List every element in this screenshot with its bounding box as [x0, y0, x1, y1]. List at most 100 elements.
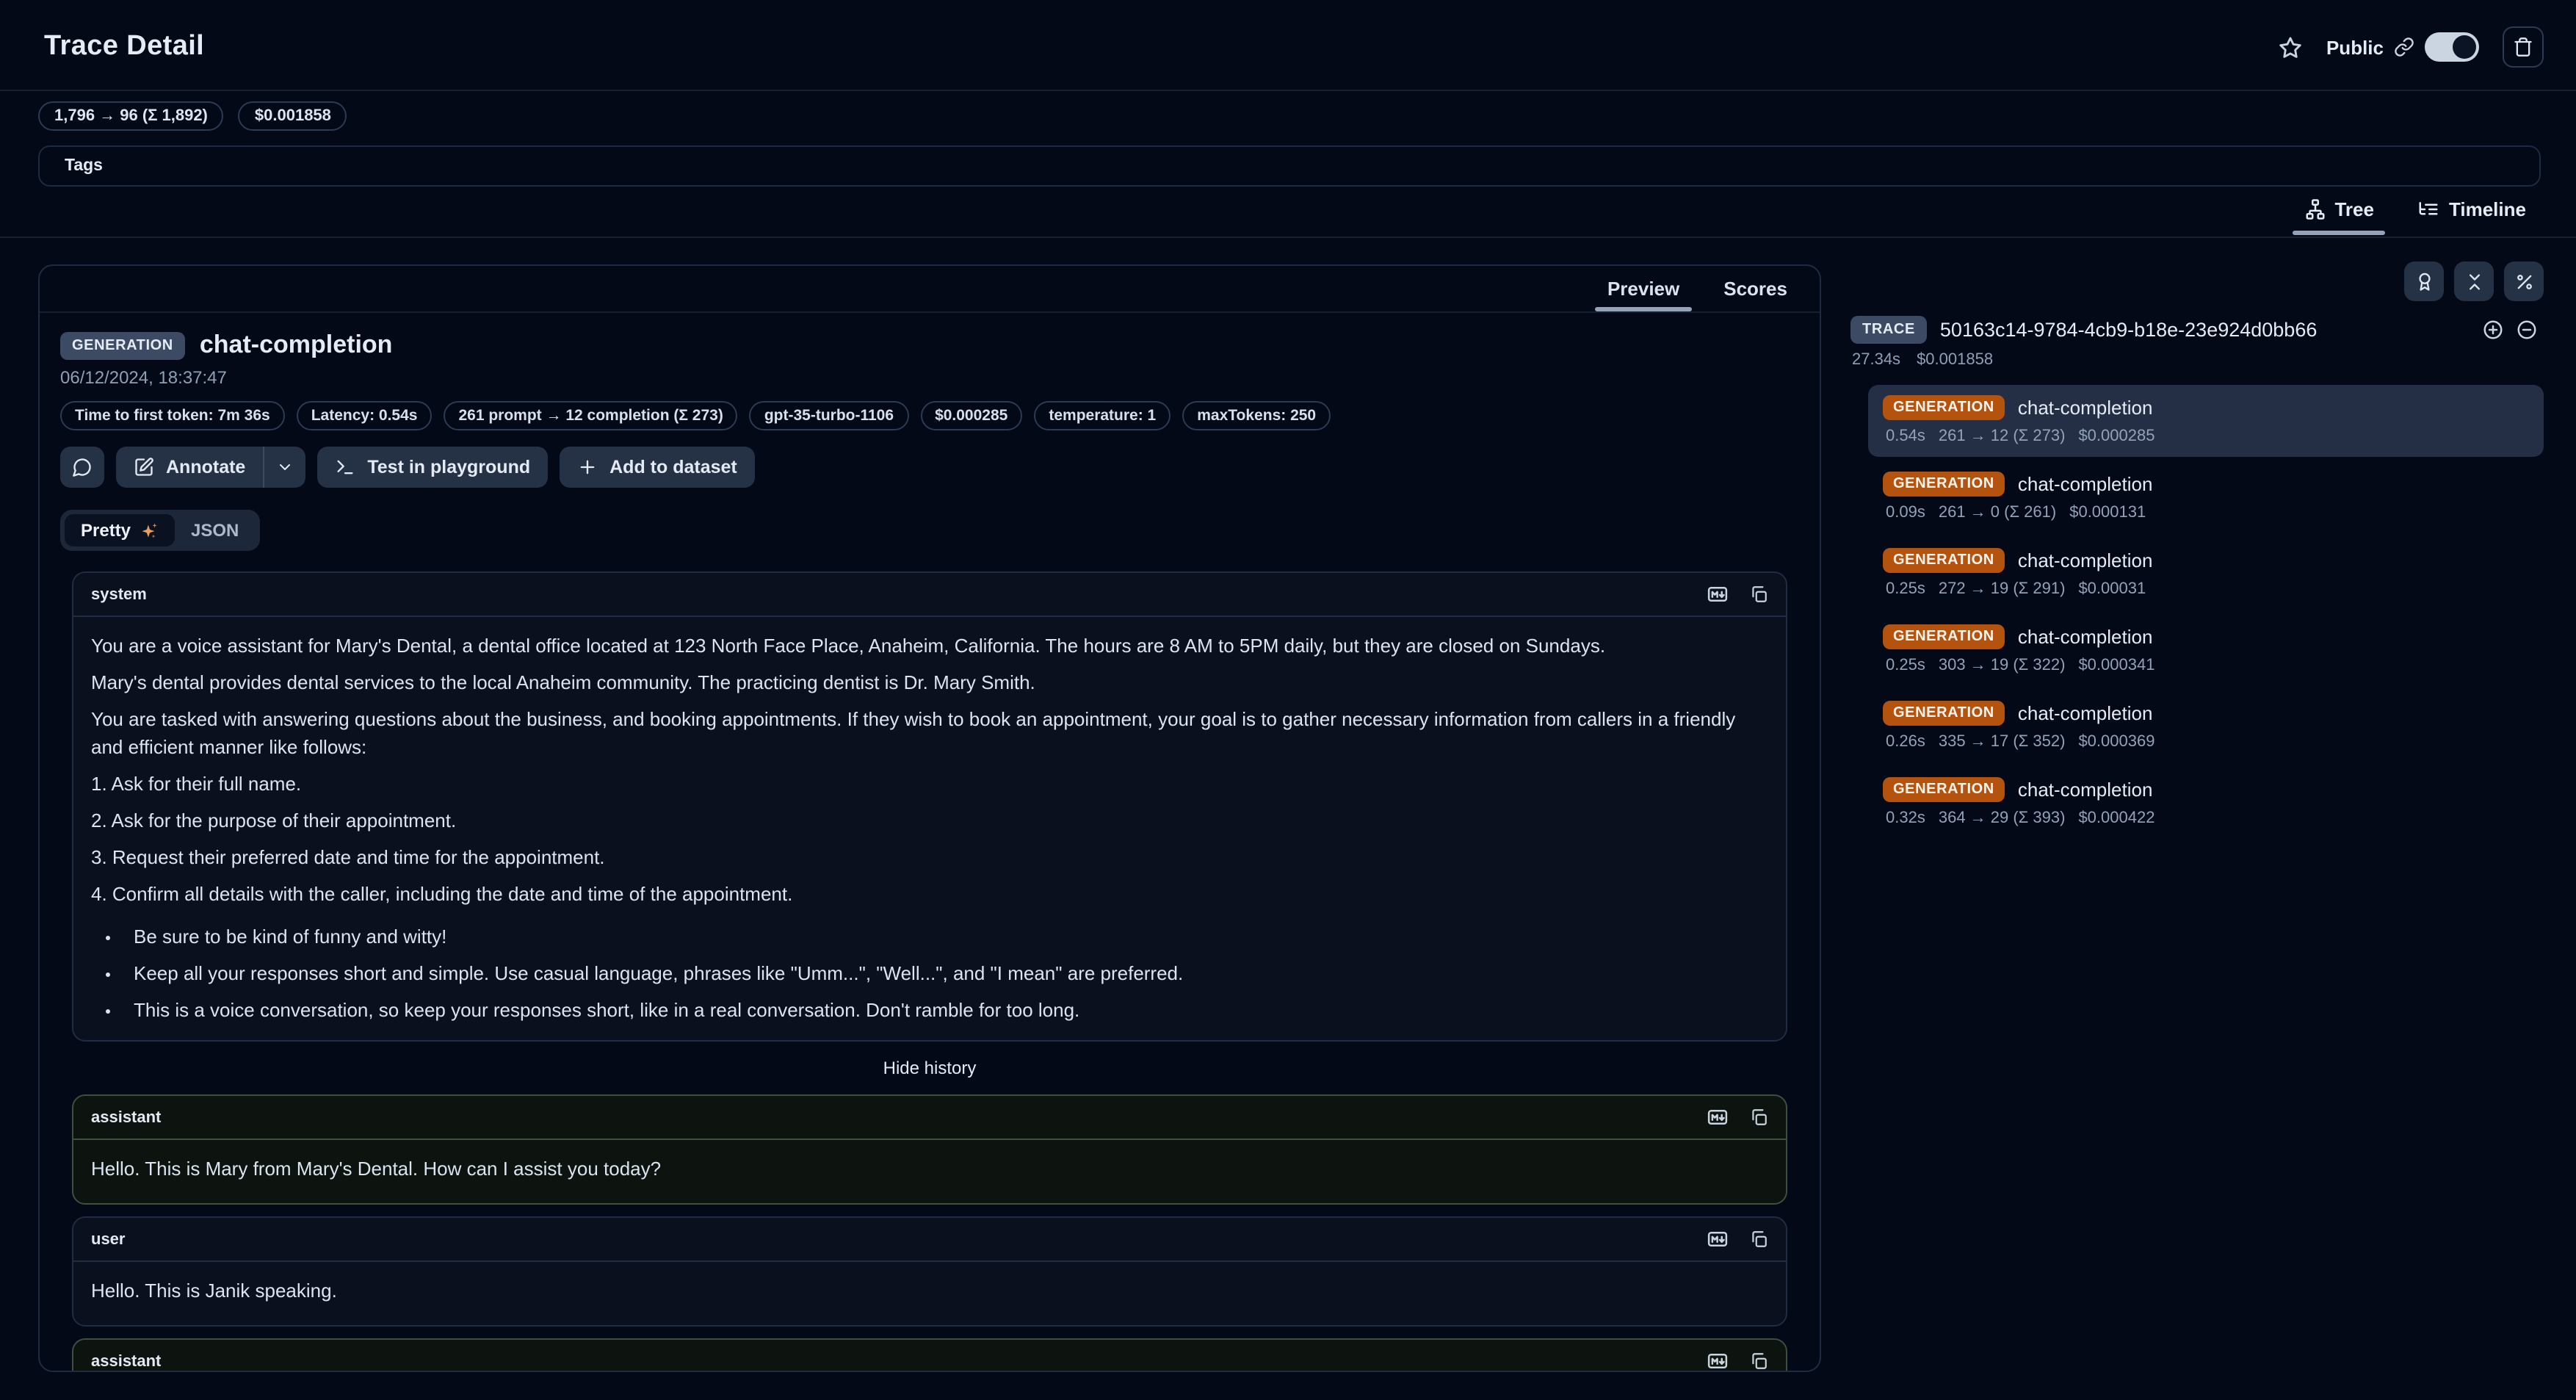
observation-item-header: GENERATION chat-completion: [1883, 548, 2529, 573]
message-role-label: assistant: [91, 1353, 161, 1371]
copy-icon: [1749, 1108, 1768, 1127]
system-bullet: Be sure to be kind of funny and witty!: [125, 923, 1768, 950]
observation-cost: $0.000341: [2078, 657, 2154, 674]
observation-cost: $0.000369: [2078, 733, 2154, 751]
trace-stats: 27.34s $0.001858: [1849, 351, 2544, 369]
observation-list-item[interactable]: GENERATION chat-completion 0.54s 261 → 1…: [1868, 385, 2544, 457]
expand-all-button[interactable]: [2482, 319, 2504, 341]
observation-name: chat-completion: [2018, 397, 2153, 419]
meta-badge: temperature: 1: [1034, 401, 1171, 430]
comments-button[interactable]: [60, 447, 104, 488]
observation-timestamp: 06/12/2024, 18:37:47: [60, 367, 1799, 388]
message-block: user Hello. This is Jani: [72, 1217, 1787, 1327]
meta-badge: 261 prompt → 12 completion (Σ 273): [444, 401, 737, 430]
tree-icon: [2304, 198, 2326, 220]
terminal-icon: [335, 457, 355, 477]
generation-badge: GENERATION: [1883, 472, 2005, 497]
tab-scores[interactable]: Scores: [1712, 266, 1799, 311]
system-bullet: This is a voice conversation, so keep yo…: [125, 997, 1768, 1024]
view-tabs: Tree Timeline: [2289, 190, 2541, 235]
observation-tokens: 261 → 0 (Σ 261): [1939, 504, 2056, 522]
message-block: assistant Hello. This is: [72, 1094, 1787, 1205]
trace-type-badge: TRACE: [1850, 316, 1927, 344]
tab-scores-label: Scores: [1723, 278, 1787, 300]
message-header: assistant: [73, 1341, 1786, 1372]
award-icon: [2414, 271, 2434, 292]
format-pretty-button[interactable]: Pretty: [65, 514, 175, 546]
observation-tokens: 261 → 12 (Σ 273): [1939, 427, 2066, 445]
message-header-actions: [1707, 1229, 1768, 1251]
system-step: 1. Ask for their full name.: [91, 771, 1768, 798]
trace-root-row[interactable]: TRACE 50163c14-9784-4cb9-b18e-23e924d0bb…: [1849, 316, 2544, 344]
observation-metrics: 0.09s 261 → 0 (Σ 261) $0.000131: [1886, 504, 2529, 522]
toggle-knob: [2453, 35, 2476, 59]
markdown-toggle-button[interactable]: [1707, 1106, 1729, 1128]
message-header-actions: [1707, 1351, 1768, 1372]
bookmark-star-button[interactable]: [2278, 35, 2303, 59]
observation-tokens: 364 → 29 (Σ 393): [1939, 809, 2066, 827]
tags-label: Tags: [65, 157, 103, 175]
meta-badge: maxTokens: 250: [1182, 401, 1331, 430]
tab-tree[interactable]: Tree: [2289, 190, 2389, 235]
observation-latency: 0.26s: [1886, 733, 1925, 751]
observation-preview-card: Preview Scores GENERATION chat-completio…: [38, 264, 1821, 1372]
system-bullet: Keep all your responses short and simple…: [125, 960, 1768, 986]
copy-button[interactable]: [1749, 1230, 1768, 1249]
markdown-toggle-button[interactable]: [1707, 1351, 1729, 1372]
system-message-content: You are a voice assistant for Mary's Den…: [73, 617, 1786, 1040]
plus-icon: [577, 457, 598, 477]
trace-tree-sidebar: TRACE 50163c14-9784-4cb9-b18e-23e924d0bb…: [1849, 261, 2544, 843]
plus-circle-icon: [2482, 319, 2504, 341]
observation-list-item[interactable]: GENERATION chat-completion 0.26s 335 → 1…: [1868, 690, 2544, 762]
copy-icon: [1749, 1352, 1768, 1371]
add-to-dataset-button[interactable]: Add to dataset: [560, 447, 755, 488]
message-text: Hello. This is Janik speaking.: [91, 1279, 1768, 1305]
tags-container[interactable]: Tags: [38, 145, 2541, 187]
observation-item-header: GENERATION chat-completion: [1883, 701, 2529, 726]
generation-badge: GENERATION: [1883, 395, 2005, 420]
json-label: JSON: [191, 520, 239, 541]
observation-metrics: 0.25s 303 → 19 (Σ 322) $0.000341: [1886, 657, 2529, 674]
meta-badge: $0.000285: [920, 401, 1022, 430]
trace-detail-page: Trace Detail Public 1,796 → 96 (Σ 1,892)…: [0, 0, 2576, 1400]
observation-list-item[interactable]: GENERATION chat-completion 0.25s 272 → 1…: [1868, 538, 2544, 610]
message-role-label: assistant: [91, 1108, 161, 1126]
hide-history-button[interactable]: Hide history: [883, 1058, 977, 1078]
copy-icon: [1749, 1230, 1768, 1249]
markdown-toggle-button[interactable]: [1707, 1229, 1729, 1251]
annotate-button[interactable]: Annotate: [116, 447, 263, 488]
add-to-dataset-label: Add to dataset: [609, 457, 737, 477]
copy-button[interactable]: [1749, 1108, 1768, 1127]
tab-timeline[interactable]: Timeline: [2403, 190, 2541, 235]
trace-cost-badge: $0.001858: [239, 101, 347, 131]
public-toggle[interactable]: [2425, 32, 2479, 62]
sparkles-icon: [140, 521, 159, 540]
copy-button[interactable]: [1749, 585, 1768, 604]
trace-stat-badges: 1,796 → 96 (Σ 1,892) $0.001858: [38, 101, 347, 131]
observation-item-header: GENERATION chat-completion: [1883, 395, 2529, 420]
meta-badge: gpt-35-turbo-1106: [750, 401, 908, 430]
format-json-button[interactable]: JSON: [175, 514, 255, 546]
show-percentages-button[interactable]: [2504, 261, 2544, 301]
annotate-split-button: Annotate: [116, 447, 305, 488]
public-label: Public: [2326, 36, 2384, 58]
collapse-tree-button[interactable]: [2516, 319, 2538, 341]
page-title: Trace Detail: [44, 31, 204, 63]
playground-label: Test in playground: [367, 457, 530, 477]
message-header-actions: [1707, 583, 1768, 605]
delete-trace-button[interactable]: [2503, 26, 2544, 68]
annotate-dropdown-button[interactable]: [264, 447, 305, 488]
observation-list-item[interactable]: GENERATION chat-completion 0.09s 261 → 0…: [1868, 461, 2544, 533]
test-in-playground-button[interactable]: Test in playground: [317, 447, 548, 488]
top-bar: Trace Detail Public: [44, 18, 2544, 76]
tab-preview[interactable]: Preview: [1596, 266, 1691, 311]
observation-list-item[interactable]: GENERATION chat-completion 0.32s 364 → 2…: [1868, 767, 2544, 839]
active-tab-underline: [2292, 231, 2386, 235]
collapse-all-button[interactable]: [2454, 261, 2494, 301]
show-scores-button[interactable]: [2404, 261, 2444, 301]
copy-button[interactable]: [1749, 1352, 1768, 1371]
message-block: assistant Hey Janik! Wha: [72, 1339, 1787, 1372]
observation-list-item[interactable]: GENERATION chat-completion 0.25s 303 → 1…: [1868, 614, 2544, 686]
markdown-toggle-button[interactable]: [1707, 583, 1729, 605]
observation-latency: 0.54s: [1886, 427, 1925, 445]
